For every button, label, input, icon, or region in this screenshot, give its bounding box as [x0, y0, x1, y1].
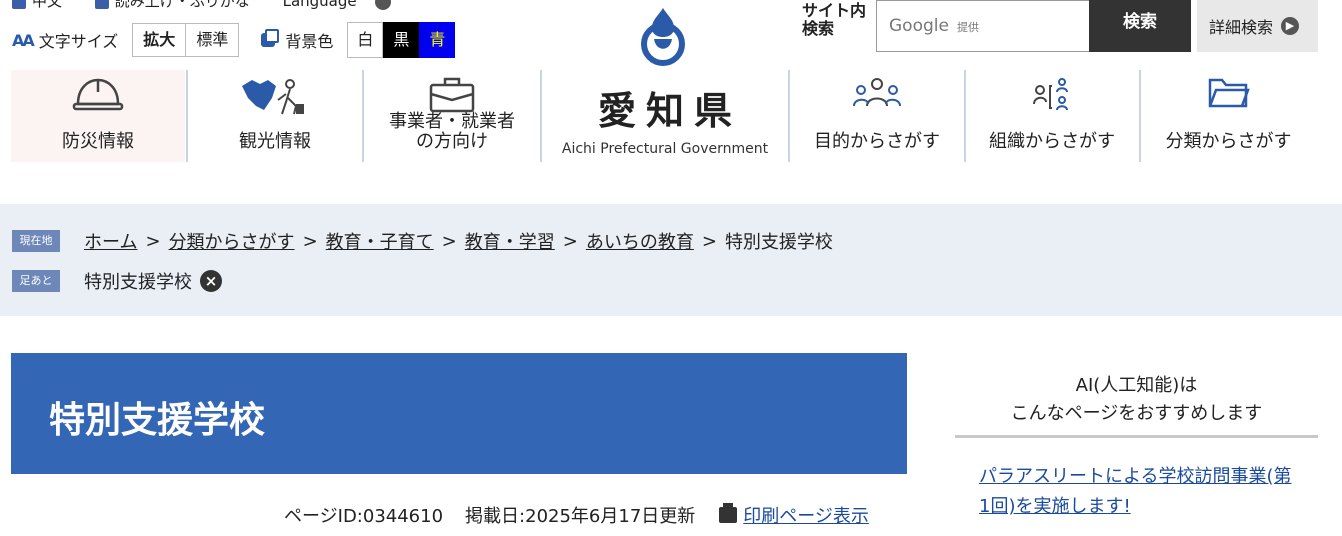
- language-cn-link[interactable]: 中文: [12, 0, 76, 10]
- ai-heading-line1: AI(人工知能)は: [1075, 375, 1198, 396]
- search-input[interactable]: Google 提供: [876, 0, 1090, 52]
- nav-category[interactable]: 分類からさがす: [1141, 70, 1316, 162]
- posted-date: 掲載日:2025年6月17日更新: [465, 506, 696, 527]
- ai-recommend-heading: AI(人工知能)は こんなページをおすすめします: [955, 372, 1318, 428]
- page-meta: ページID:0344610 掲載日:2025年6月17日更新 印刷ページ表示: [284, 502, 869, 528]
- nav-tourism-label: 観光情報: [239, 131, 311, 152]
- nav-purpose[interactable]: 目的からさがす: [790, 70, 964, 162]
- breadcrumb-separator: >: [302, 230, 318, 252]
- font-size-control: AA 文字サイズ 拡大 標準 背景色 白 黒 青: [12, 22, 456, 58]
- background-color-options: 白 黒 青: [347, 22, 456, 58]
- nav-business-label: 事業者・就業者の方向け: [389, 111, 515, 152]
- briefcase-icon: [429, 77, 475, 113]
- tourism-icon: [242, 79, 304, 115]
- background-color-icon: [261, 29, 280, 47]
- nav-business[interactable]: 事業者・就業者の方向け: [364, 70, 540, 162]
- breadcrumb-area: 現在地 ホーム > 分類からさがす > 教育・子育て > 教育・学習 > あいち…: [0, 204, 1342, 316]
- font-size-label: 文字サイズ: [38, 32, 119, 51]
- breadcrumb-home[interactable]: ホーム: [84, 228, 137, 254]
- ai-heading-line2: こんなページをおすすめします: [1010, 403, 1263, 424]
- history-trail: 足あと 特別支援学校 ×: [12, 268, 222, 294]
- nav-organization-label: 組織からさがす: [989, 131, 1115, 152]
- breadcrumb-separator: >: [701, 230, 717, 252]
- nav-purpose-label: 目的からさがす: [814, 131, 940, 152]
- prefecture-english-name: Aichi Prefectural Government: [561, 141, 769, 157]
- utility-bar: 中文 読み上げ・ふりがな Language AA 文字サイズ 拡大 標準 背景色…: [0, 0, 1342, 66]
- breadcrumb-education-learning[interactable]: 教育・学習: [465, 228, 555, 254]
- breadcrumb-separator: >: [441, 230, 457, 252]
- bg-blue-button[interactable]: 青: [419, 22, 456, 58]
- close-icon[interactable]: ×: [200, 270, 222, 292]
- speaker-icon: [94, 0, 109, 9]
- breadcrumb-separator: >: [145, 230, 161, 252]
- ai-divider: [955, 435, 1318, 438]
- font-size-options: 拡大 標準: [132, 23, 240, 57]
- font-size-standard-button[interactable]: 標準: [186, 23, 240, 57]
- helmet-icon: [72, 78, 124, 111]
- search-button[interactable]: 検索: [1089, 0, 1191, 52]
- nav-divider: [540, 70, 542, 162]
- page-id: ページID:0344610: [284, 506, 444, 527]
- breadcrumb: 現在地 ホーム > 分類からさがす > 教育・子育て > 教育・学習 > あいち…: [12, 228, 833, 254]
- bg-black-button[interactable]: 黒: [383, 22, 420, 58]
- nav-organization[interactable]: 組織からさがす: [966, 70, 1138, 162]
- nav-category-label: 分類からさがす: [1165, 131, 1292, 152]
- search-provider: Google 提供: [889, 16, 979, 36]
- language-link[interactable]: Language: [283, 0, 406, 10]
- breadcrumb-current: 特別支援学校: [724, 232, 833, 253]
- breadcrumb-separator: >: [562, 230, 578, 252]
- org-chart-icon: [1033, 78, 1068, 111]
- read-aloud-link[interactable]: 読み上げ・ふりがな: [94, 0, 264, 10]
- page-title-bar: 特別支援学校: [11, 353, 907, 474]
- breadcrumb-category[interactable]: 分類からさがす: [169, 228, 295, 254]
- advanced-search-link[interactable]: 詳細検索 ▶: [1197, 0, 1318, 52]
- font-size-icon: AA: [12, 30, 35, 50]
- ai-recommend-link[interactable]: パラアスリートによる学校訪問事業(第1回)を実施します!: [979, 462, 1299, 522]
- nav-disaster[interactable]: 防災情報: [11, 70, 185, 162]
- printer-icon: [719, 503, 738, 523]
- people-icon: [853, 78, 901, 107]
- history-item[interactable]: 特別支援学校: [84, 268, 192, 294]
- breadcrumb-education-childcare[interactable]: 教育・子育て: [326, 228, 434, 254]
- background-color-control: 背景色: [261, 28, 333, 52]
- site-search-label: サイト内検索: [802, 1, 867, 38]
- bg-white-button[interactable]: 白: [347, 22, 384, 58]
- chevron-icon: [375, 0, 392, 10]
- breadcrumb-tag: 現在地: [12, 230, 60, 252]
- prefecture-name: 愛知県: [597, 89, 742, 133]
- aichi-emblem-icon: [641, 8, 685, 66]
- print-page-link[interactable]: 印刷ページ表示: [743, 502, 869, 528]
- font-size-enlarge-button[interactable]: 拡大: [132, 23, 187, 57]
- page-title: 特別支援学校: [49, 400, 266, 441]
- nav-disaster-label: 防災情報: [62, 131, 134, 152]
- globe-icon: [12, 0, 26, 9]
- background-color-label: 背景色: [285, 32, 334, 51]
- arrow-right-icon: ▶: [1281, 17, 1300, 35]
- history-tag: 足あと: [12, 270, 60, 292]
- folder-icon: [1208, 78, 1250, 108]
- prefecture-logo[interactable]: 愛知県 Aichi Prefectural Government: [545, 70, 785, 162]
- breadcrumb-aichi-education[interactable]: あいちの教育: [586, 228, 694, 254]
- nav-tourism[interactable]: 観光情報: [188, 70, 362, 162]
- top-cut-row: 中文 読み上げ・ふりがな Language: [12, 0, 419, 10]
